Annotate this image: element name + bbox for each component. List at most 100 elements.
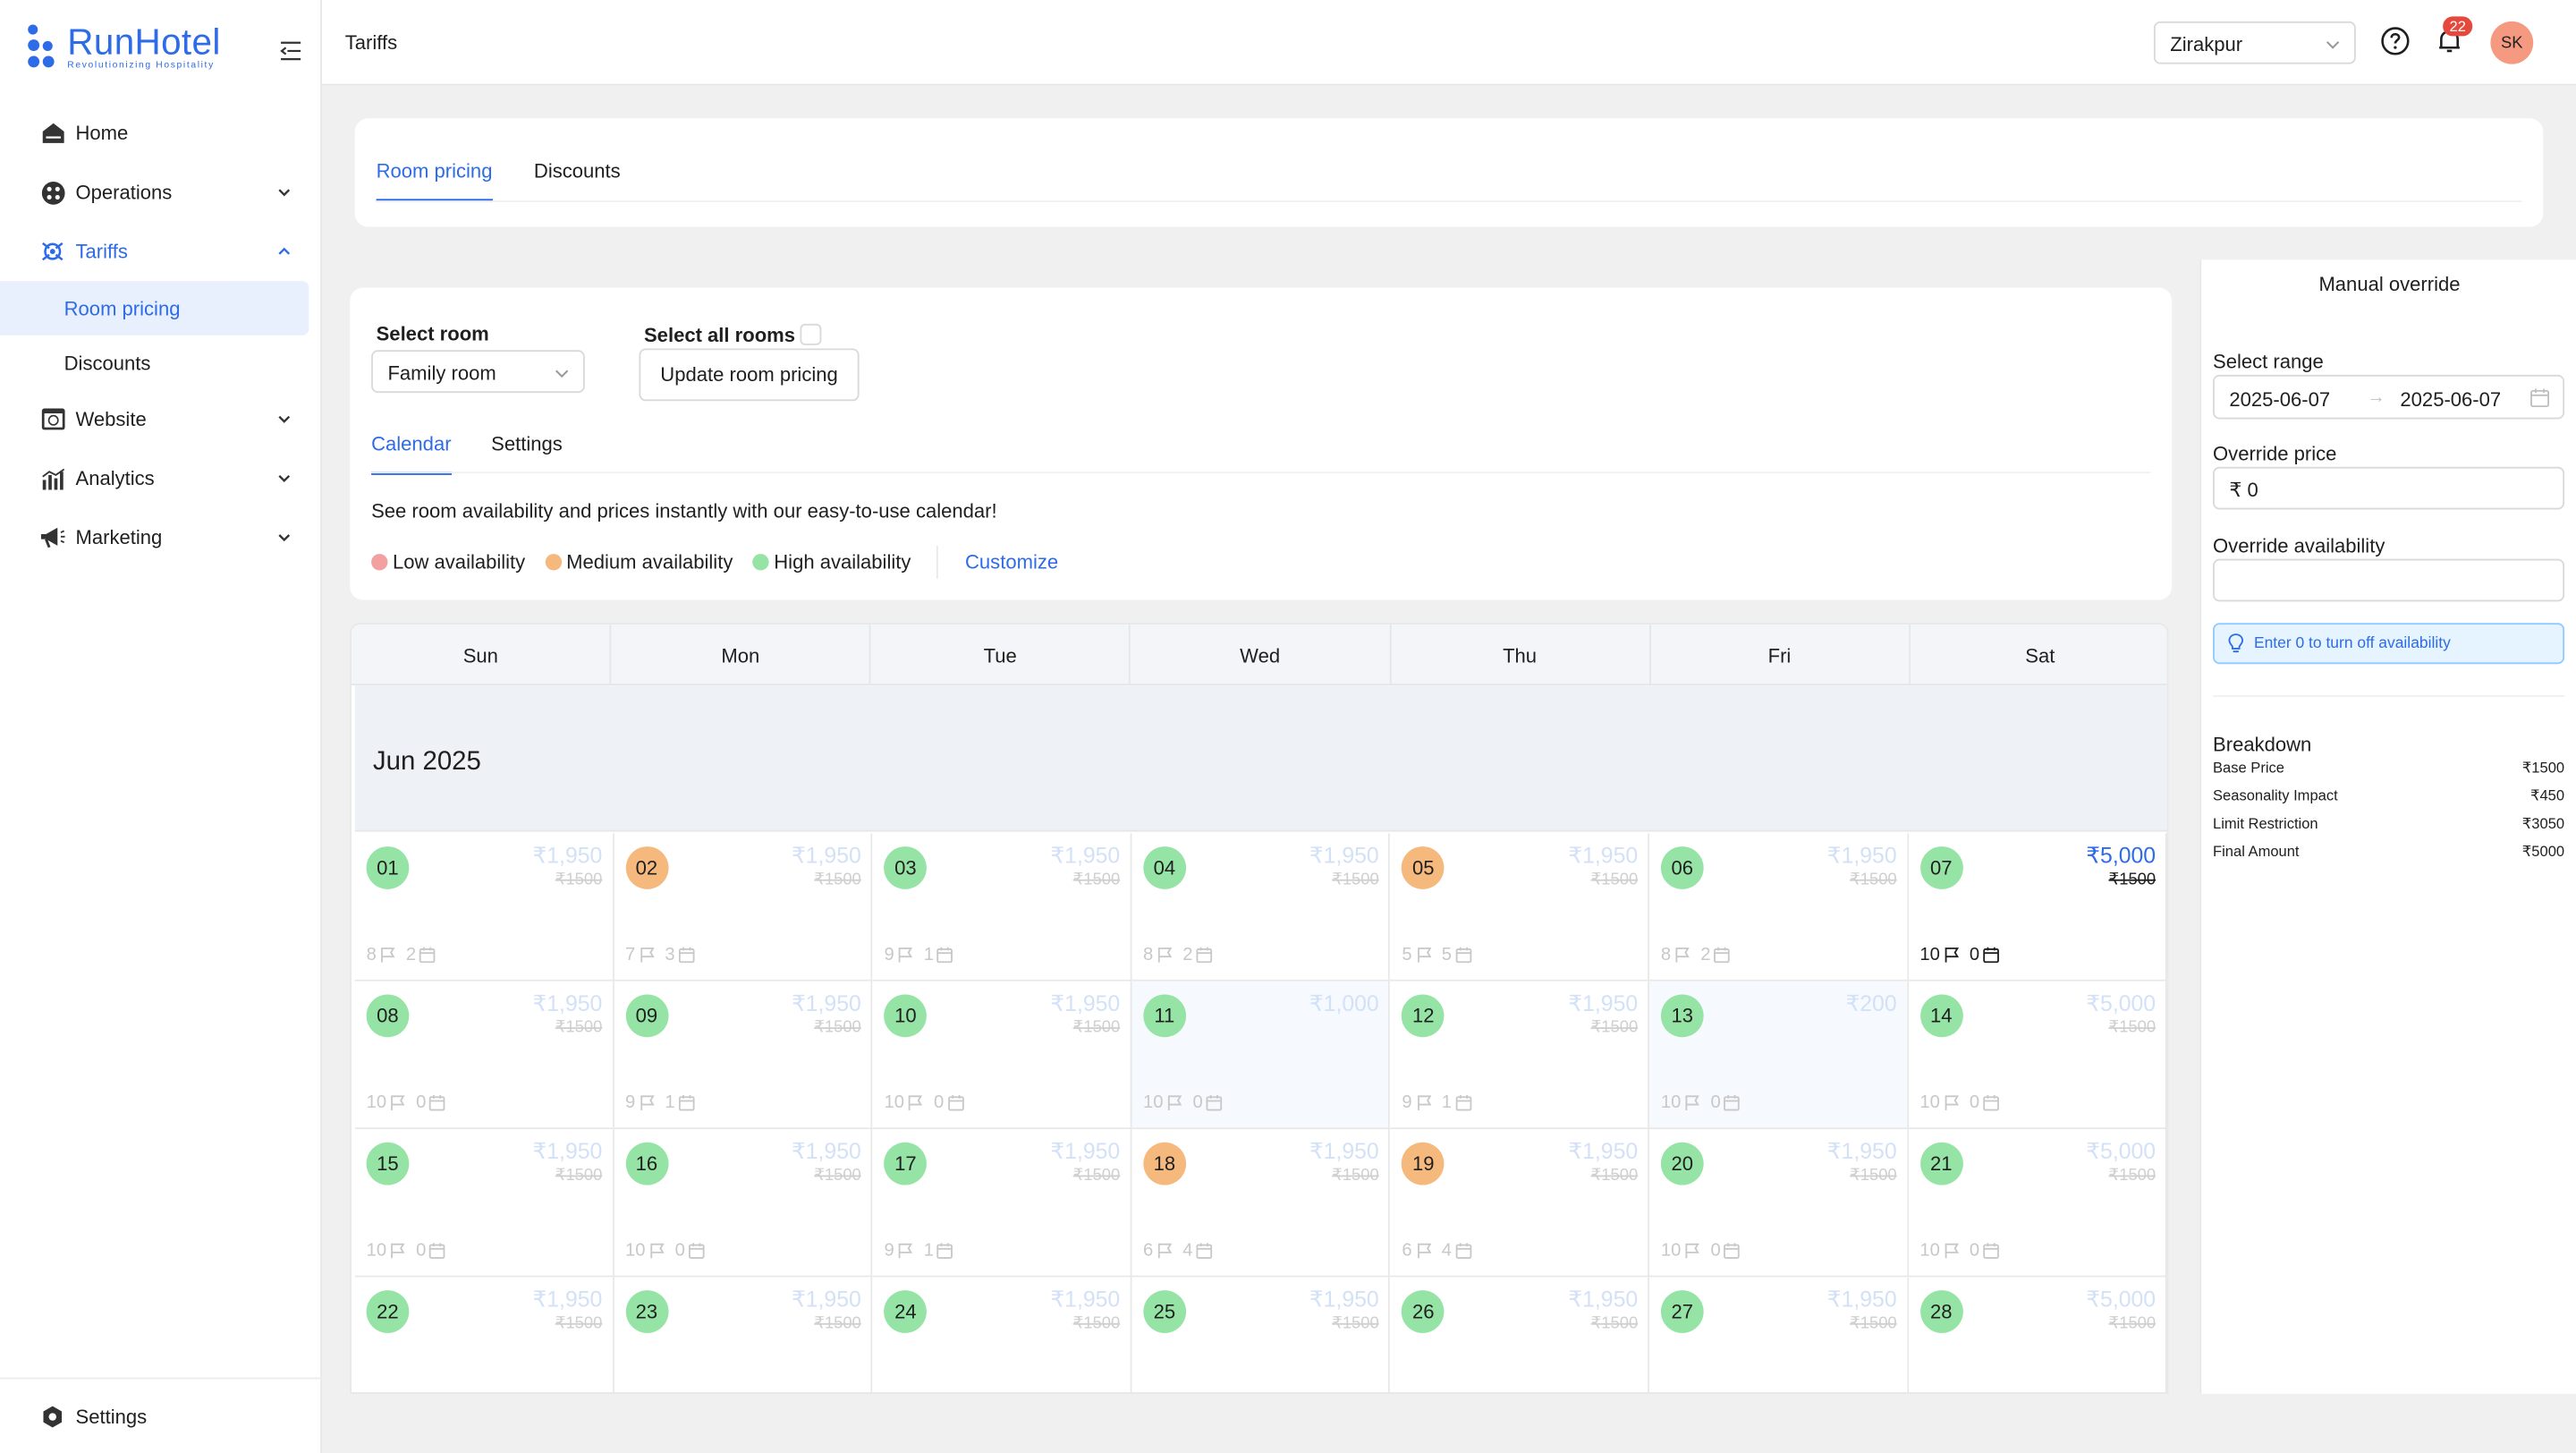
date-range-picker[interactable]: 2025-06-07 → 2025-06-07 — [2213, 374, 2565, 420]
day-number: 11 — [1142, 994, 1186, 1038]
calendar-day-cell[interactable]: 04 ₹1,950 ₹1500 8 2 — [1131, 833, 1391, 981]
calendar-day-cell[interactable]: 03 ₹1,950 ₹1500 9 1 — [872, 833, 1132, 981]
sidebar-item-operations[interactable]: Operations — [0, 163, 322, 222]
day-price: ₹1,950 — [1309, 1287, 1379, 1313]
day-number: 26 — [1402, 1290, 1445, 1333]
sidebar-item-label: Operations — [75, 181, 173, 204]
rooms-booked: 5 — [1441, 945, 1452, 965]
chevron-down-icon — [278, 415, 291, 423]
day-availability: 82 — [367, 945, 436, 964]
calendar-icon — [426, 1243, 446, 1259]
high-availability-dot — [752, 554, 769, 571]
settings-label: Settings — [75, 1404, 148, 1428]
calendar-day-cell[interactable]: 16 ₹1,950 ₹1500 10 0 — [614, 1129, 873, 1278]
calendar-day-cell[interactable]: 23 ₹1,950 ₹1500 — [614, 1277, 873, 1393]
tab-settings[interactable]: Settings — [491, 432, 563, 472]
sidebar-item-home[interactable]: Home — [0, 104, 322, 163]
day-price: ₹1,950 — [791, 843, 861, 868]
weekday-sat: Sat — [2025, 643, 2055, 667]
calendar-day-cell[interactable]: 09 ₹1,950 ₹1500 9 1 — [614, 981, 873, 1130]
calendar-day-cell[interactable]: 19 ₹1,950 ₹1500 6 4 — [1390, 1129, 1650, 1278]
chevron-down-icon — [555, 370, 569, 378]
flag-icon — [904, 1095, 934, 1111]
override-price-input[interactable]: ₹ 0 — [2213, 466, 2565, 510]
sidebar: RunHotel Revolutionizing Hospitality Hom… — [0, 0, 322, 1453]
flag-icon — [1153, 1243, 1182, 1259]
day-base-price: ₹1500 — [1850, 1167, 1897, 1185]
sidebar-item-settings[interactable]: Settings — [0, 1377, 322, 1453]
customize-link[interactable]: Customize — [965, 550, 1058, 574]
flag-icon — [1940, 947, 1970, 963]
calendar-day-cell[interactable]: 28 ₹5,000 ₹1500 — [1908, 1277, 2167, 1393]
calendar-day-cell[interactable]: 02 ₹1,950 ₹1500 7 3 — [614, 833, 873, 981]
calendar-day-cell[interactable]: 14 ₹5,000 ₹1500 10 0 — [1908, 981, 2167, 1130]
flag-icon — [1681, 1095, 1710, 1111]
day-price: ₹1,950 — [1568, 843, 1639, 868]
day-number: 04 — [1142, 846, 1186, 889]
tab-discounts[interactable]: Discounts — [534, 159, 621, 199]
page-title: Tariffs — [344, 30, 398, 55]
day-base-price: ₹1500 — [1332, 871, 1379, 889]
breakdown-value: ₹5000 — [2521, 843, 2565, 860]
calendar-day-cell[interactable]: 20 ₹1,950 ₹1500 10 0 — [1649, 1129, 1909, 1278]
sidebar-item-tariffs[interactable]: Tariffs — [0, 222, 322, 281]
day-availability: 82 — [1661, 945, 1731, 964]
legend-medium: Medium availability — [545, 550, 733, 574]
collapse-menu-icon[interactable] — [279, 39, 302, 63]
brand-logo[interactable]: RunHotel Revolutionizing Hospitality — [26, 22, 220, 71]
calendar-day-cell[interactable]: 12 ₹1,950 ₹1500 9 1 — [1390, 981, 1650, 1130]
calendar-day-cell[interactable]: 21 ₹5,000 ₹1500 10 0 — [1908, 1129, 2167, 1278]
calendar-day-cell[interactable]: 17 ₹1,950 ₹1500 9 1 — [872, 1129, 1132, 1278]
day-availability: 91 — [625, 1093, 695, 1113]
weekday-tue: Tue — [871, 625, 1131, 686]
rooms-booked: 4 — [1441, 1241, 1452, 1262]
calendar-day-cell[interactable]: 24 ₹1,950 ₹1500 — [872, 1277, 1132, 1393]
select-all-rooms-checkbox[interactable] — [800, 323, 822, 345]
calendar-icon — [1452, 1095, 1471, 1111]
calendar-day-cell[interactable]: 18 ₹1,950 ₹1500 6 4 — [1131, 1129, 1391, 1278]
day-number: 28 — [1919, 1290, 1963, 1333]
tab-calendar[interactable]: Calendar — [371, 432, 452, 475]
update-room-pricing-button[interactable]: Update room pricing — [639, 348, 860, 402]
calendar-day-cell[interactable]: 07 ₹5,000 ₹1500 10 0 — [1908, 833, 2167, 981]
user-avatar[interactable]: SK — [2490, 21, 2534, 64]
rooms-booked: 0 — [934, 1092, 945, 1113]
sidebar-item-website[interactable]: Website — [0, 389, 322, 448]
day-availability: 10 0 — [1661, 1093, 1741, 1113]
calendar-icon — [675, 1095, 695, 1111]
range-end-date[interactable]: 2025-06-07 — [2400, 388, 2501, 412]
calendar-icon — [1452, 947, 1471, 964]
range-start-date[interactable]: 2025-06-07 — [2229, 388, 2330, 412]
calendar-icon — [1193, 1243, 1213, 1259]
subtabs-divider — [371, 472, 2151, 474]
calendar-icon — [1452, 1243, 1471, 1259]
sidebar-item-marketing[interactable]: Marketing — [0, 508, 322, 567]
calendar-day-cell[interactable]: 08 ₹1,950 ₹1500 10 0 — [354, 981, 614, 1130]
sidebar-item-analytics[interactable]: Analytics — [0, 449, 322, 508]
calendar-day-cell[interactable]: 05 ₹1,950 ₹1500 5 5 — [1390, 833, 1650, 981]
calendar-day-cell[interactable]: 06 ₹1,950 ₹1500 8 2 — [1649, 833, 1909, 981]
location-select[interactable]: Zirakpur — [2153, 21, 2356, 64]
calendar-day-cell[interactable]: 13 ₹200 10 0 — [1649, 981, 1909, 1130]
calendar-day-cell[interactable]: 27 ₹1,950 ₹1500 — [1649, 1277, 1909, 1393]
calendar-day-cell[interactable]: 15 ₹1,950 ₹1500 10 0 — [354, 1129, 614, 1278]
room-select[interactable]: Family room — [371, 350, 585, 394]
rooms-available: 7 — [625, 945, 636, 965]
tab-room-pricing[interactable]: Room pricing — [376, 159, 493, 202]
help-icon[interactable] — [2380, 26, 2410, 55]
sidebar-item-discounts[interactable]: Discounts — [0, 336, 309, 390]
breakdown-row: Seasonality Impact ₹450 — [2213, 787, 2564, 805]
override-availability-input[interactable] — [2213, 558, 2565, 602]
calendar-day-cell[interactable]: 26 ₹1,950 ₹1500 — [1390, 1277, 1650, 1393]
day-base-price: ₹1500 — [1332, 1314, 1379, 1333]
calendar-day-cell[interactable]: 11 ₹1,000 10 0 — [1131, 981, 1391, 1130]
calendar-day-cell[interactable]: 01 ₹1,950 ₹1500 8 2 — [354, 833, 614, 981]
day-price: ₹1,950 — [532, 1139, 603, 1164]
chevron-down-icon — [278, 474, 291, 483]
sidebar-item-room-pricing[interactable]: Room pricing — [0, 281, 309, 336]
calendar-day-cell[interactable]: 25 ₹1,950 ₹1500 — [1131, 1277, 1391, 1393]
day-price: ₹5,000 — [2086, 1287, 2157, 1313]
calendar-day-cell[interactable]: 22 ₹1,950 ₹1500 — [354, 1277, 614, 1393]
calendar-day-cell[interactable]: 10 ₹1,950 ₹1500 10 0 — [872, 981, 1132, 1130]
day-price: ₹1,950 — [791, 1287, 861, 1313]
